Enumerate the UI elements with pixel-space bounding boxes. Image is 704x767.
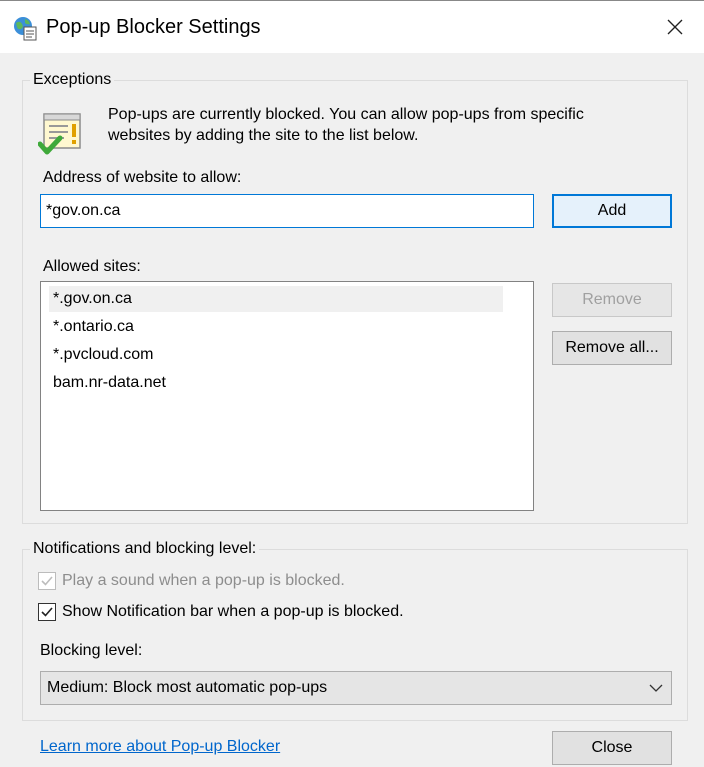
title-bar: Pop-up Blocker Settings xyxy=(0,0,704,53)
exceptions-group-label: Exceptions xyxy=(30,71,115,89)
blocking-level-label: Blocking level: xyxy=(40,642,143,659)
close-window-button[interactable] xyxy=(646,1,704,53)
blocking-level-value: Medium: Block most automatic pop-ups xyxy=(47,679,328,696)
close-button[interactable]: Close xyxy=(552,731,672,765)
allowed-sites-list[interactable]: *.gov.on.ca *.ontario.ca *.pvcloud.com b… xyxy=(40,281,534,511)
list-item[interactable]: *.pvcloud.com xyxy=(49,342,503,368)
add-button[interactable]: Add xyxy=(552,194,672,228)
allowed-sites-label: Allowed sites: xyxy=(43,258,141,275)
address-input[interactable] xyxy=(40,194,534,228)
list-item[interactable]: bam.nr-data.net xyxy=(49,370,503,396)
address-label: Address of website to allow: xyxy=(43,169,242,186)
show-bar-option[interactable]: Show Notification bar when a pop-up is b… xyxy=(38,603,404,621)
checkmark-icon xyxy=(41,607,53,617)
globe-settings-icon xyxy=(12,15,38,41)
remove-all-button[interactable]: Remove all... xyxy=(552,331,672,365)
remove-button[interactable]: Remove xyxy=(552,283,672,317)
show-bar-checkbox[interactable] xyxy=(38,603,56,621)
play-sound-checkbox[interactable] xyxy=(38,572,56,590)
list-item[interactable]: *.ontario.ca xyxy=(49,314,503,340)
play-sound-label: Play a sound when a pop-up is blocked. xyxy=(62,572,345,589)
exceptions-info-text: Pop-ups are currently blocked. You can a… xyxy=(108,104,668,146)
window-title: Pop-up Blocker Settings xyxy=(46,16,261,38)
checkmark-icon xyxy=(41,576,53,586)
close-icon xyxy=(667,19,683,35)
info-line-1: Pop-ups are currently blocked. You can a… xyxy=(108,106,584,123)
blocking-level-select[interactable]: Medium: Block most automatic pop-ups xyxy=(40,671,672,705)
info-line-2: websites by adding the site to the list … xyxy=(108,127,419,144)
chevron-down-icon xyxy=(649,684,663,692)
list-item[interactable]: *.gov.on.ca xyxy=(49,286,503,312)
document-checkmark-icon xyxy=(37,108,86,158)
play-sound-option[interactable]: Play a sound when a pop-up is blocked. xyxy=(38,572,345,590)
learn-more-link[interactable]: Learn more about Pop-up Blocker xyxy=(40,738,280,756)
show-bar-label: Show Notification bar when a pop-up is b… xyxy=(62,603,404,620)
notifications-group-label: Notifications and blocking level: xyxy=(30,540,260,558)
